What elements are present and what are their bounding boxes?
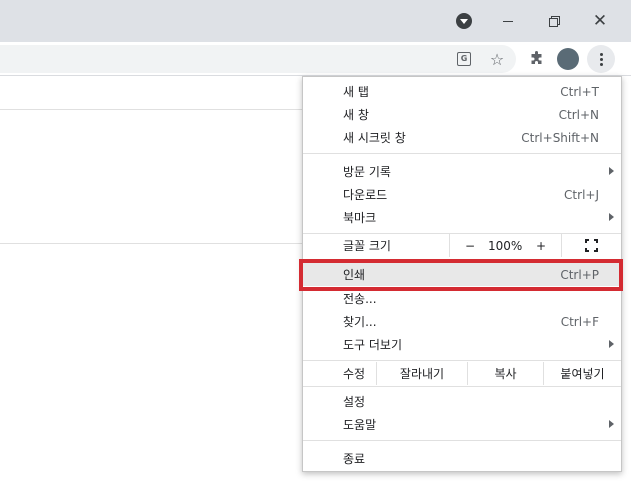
restore-icon — [548, 15, 560, 27]
page-divider — [0, 109, 302, 110]
menu-item-label: 도움말 — [343, 418, 377, 432]
menu-item-label: 글꼴 크기 — [343, 239, 391, 253]
menu-item-label: 수정 — [343, 367, 366, 381]
print-highlight-box — [299, 259, 623, 291]
menu-item-help[interactable]: 도움말 — [303, 413, 621, 436]
menu-item-label: 북마크 — [343, 211, 377, 225]
chevron-right-icon — [609, 167, 614, 175]
menu-item-label: 새 탭 — [343, 85, 369, 99]
menu-separator — [303, 386, 621, 387]
menu-item-label: 새 시크릿 창 — [343, 131, 406, 145]
avatar — [557, 48, 579, 70]
menu-item-more-tools[interactable]: 도구 더보기 — [303, 333, 621, 356]
minimize-icon — [503, 20, 513, 22]
menu-item-downloads[interactable]: 다운로드 Ctrl+J — [303, 183, 621, 206]
minimize-button[interactable] — [492, 0, 524, 42]
menu-item-new-tab[interactable]: 새 탭 Ctrl+T — [303, 80, 621, 103]
menu-item-label: 방문 기록 — [343, 165, 391, 179]
menu-item-exit[interactable]: 종료 — [303, 447, 621, 470]
title-bar: ✕ — [0, 0, 631, 42]
menu-item-label: 다운로드 — [343, 188, 388, 202]
menu-item-shortcut: Ctrl+Shift+N — [521, 130, 599, 145]
cut-button[interactable]: 잘라내기 — [377, 362, 467, 385]
menu-item-settings[interactable]: 설정 — [303, 390, 621, 413]
zoom-out-button[interactable]: − — [465, 239, 475, 253]
bookmark-star-button[interactable]: ☆ — [485, 47, 509, 71]
profile-avatar-button[interactable] — [556, 47, 580, 71]
menu-item-edit: 수정 잘라내기 복사 붙여넣기 — [303, 362, 621, 385]
menu-item-shortcut: Ctrl+J — [564, 187, 599, 202]
translate-button[interactable]: G — [452, 47, 476, 71]
chevron-right-icon — [609, 420, 614, 428]
menu-item-shortcut: Ctrl+T — [560, 84, 599, 99]
menu-separator — [303, 360, 621, 361]
paste-button[interactable]: 붙여넣기 — [544, 362, 621, 385]
more-vert-icon — [599, 52, 603, 66]
close-button[interactable]: ✕ — [584, 0, 616, 42]
menu-item-zoom: 글꼴 크기 − 100% + — [303, 234, 621, 257]
puzzle-icon — [531, 51, 542, 64]
restore-button[interactable] — [538, 0, 570, 42]
chevron-right-icon — [609, 213, 614, 221]
browser-toolbar: G ☆ — [0, 42, 631, 76]
fullscreen-icon[interactable] — [585, 239, 598, 252]
menu-item-shortcut: Ctrl+F — [560, 314, 599, 329]
page-divider — [0, 243, 302, 244]
menu-item-history[interactable]: 방문 기록 — [303, 160, 621, 183]
menu-item-label: 전송... — [343, 292, 377, 306]
menu-item-new-incognito[interactable]: 새 시크릿 창 Ctrl+Shift+N — [303, 126, 621, 149]
translate-icon: G — [457, 52, 471, 66]
chevron-down-icon — [456, 13, 472, 29]
menu-item-bookmarks[interactable]: 북마크 — [303, 206, 621, 229]
tab-search-button[interactable] — [452, 0, 476, 42]
menu-item-label: 설정 — [343, 395, 366, 409]
address-bar[interactable] — [0, 45, 516, 73]
chrome-menu-button[interactable] — [587, 45, 615, 73]
menu-separator — [303, 153, 621, 154]
zoom-in-button[interactable]: + — [536, 239, 546, 253]
menu-item-label: 도구 더보기 — [343, 338, 403, 352]
zoom-level: 100% — [488, 238, 523, 253]
menu-separator — [303, 440, 621, 441]
menu-item-label: 종료 — [343, 452, 366, 466]
menu-item-label: 찾기... — [343, 315, 377, 329]
close-icon: ✕ — [592, 11, 608, 31]
menu-item-label: 새 창 — [343, 108, 369, 122]
menu-item-shortcut: Ctrl+N — [558, 107, 599, 122]
chevron-right-icon — [609, 340, 614, 348]
menu-item-new-window[interactable]: 새 창 Ctrl+N — [303, 103, 621, 126]
star-icon: ☆ — [489, 49, 505, 69]
extensions-button[interactable] — [525, 47, 549, 71]
copy-button[interactable]: 복사 — [468, 362, 543, 385]
menu-item-find[interactable]: 찾기... Ctrl+F — [303, 310, 621, 333]
